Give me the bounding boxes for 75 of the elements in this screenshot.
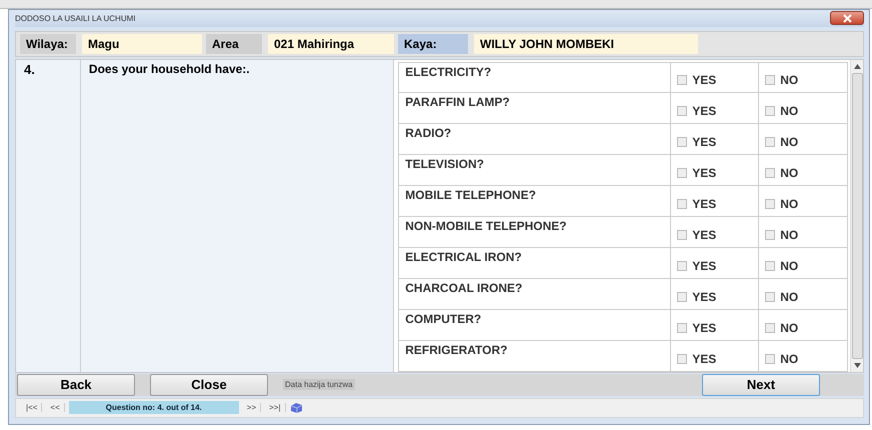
previous-button[interactable]: << [46,403,65,412]
option-label[interactable]: YES [671,340,760,370]
checkbox[interactable] [765,136,776,146]
checkbox[interactable] [677,230,688,240]
option-label[interactable]: YES [671,92,760,122]
item-label: PARAFFIN LAMP? [399,92,672,122]
position-label: Question no: 4. out of 14. [68,401,239,414]
checkbox[interactable] [677,322,688,332]
cube-icon[interactable] [290,402,303,414]
close-button[interactable]: Close [150,374,268,396]
checkbox[interactable] [677,198,688,208]
checkbox[interactable] [765,322,776,332]
checkbox[interactable] [765,75,776,85]
checkbox[interactable] [765,260,776,270]
option-label[interactable]: NO [759,278,848,308]
checkbox[interactable] [765,230,776,240]
option-label[interactable]: NO [759,62,848,92]
field-label: Kaya: [398,34,468,54]
option-label[interactable]: NO [759,310,848,340]
last-button[interactable]: >>| [265,403,286,412]
option-label[interactable]: NO [759,216,848,246]
checkbox[interactable] [765,198,776,208]
question-number: 4. [16,60,81,372]
scrollbar[interactable] [850,60,863,372]
window-title: DODOSO LA USAILI LA UCHUMI [15,14,136,23]
first-button[interactable]: |<< [22,403,42,412]
checkbox[interactable] [677,106,688,116]
save-status: Data hazija tunzwa [283,379,355,390]
checkbox[interactable] [677,136,688,146]
item-label: ELECTRICITY? [399,62,672,92]
checkbox[interactable] [677,292,688,302]
option-label[interactable]: NO [759,124,848,154]
question-text: Does your household have:. [80,60,394,372]
option-label[interactable]: YES [671,154,760,184]
item-label: NON-MOBILE TELEPHONE? [399,216,672,246]
scroll-thumb[interactable] [852,72,863,358]
close-button[interactable] [830,11,864,26]
scroll-up-icon[interactable] [854,64,861,68]
field-label: Wilaya: [20,34,76,54]
field-value: Magu [82,34,202,54]
item-label: TELEVISION? [399,154,672,184]
option-label[interactable]: YES [671,310,760,340]
scroll-down-icon[interactable] [854,362,861,368]
field-value: WILLY JOHN MOMBEKI [474,34,698,54]
item-label: ELECTRICAL IRON? [399,248,672,278]
option-label[interactable]: NO [759,186,848,216]
option-label[interactable]: NO [759,248,848,278]
item-label: RADIO? [399,124,672,154]
checkbox[interactable] [677,354,688,364]
checkbox[interactable] [765,168,776,178]
next-button[interactable]: Next [702,374,820,396]
checkbox[interactable] [765,354,776,364]
option-label[interactable]: YES [671,62,760,92]
back-button[interactable]: Back [17,374,135,396]
field-value: 021 Mahiringa [268,34,394,54]
checkbox[interactable] [677,168,688,178]
option-label[interactable]: NO [759,154,848,184]
next-record-button[interactable]: >> [242,403,262,412]
option-label[interactable]: YES [671,186,760,216]
field-label: Area [206,34,262,54]
checkbox[interactable] [677,75,688,85]
checkbox[interactable] [677,260,688,270]
option-label[interactable]: YES [671,216,760,246]
item-label: REFRIGERATOR? [399,340,672,370]
item-label: COMPUTER? [399,310,672,340]
option-label[interactable]: YES [671,248,760,278]
item-label: MOBILE TELEPHONE? [399,186,672,216]
option-label[interactable]: YES [671,124,760,154]
item-label: CHARCOAL IRONE? [399,278,672,308]
checkbox[interactable] [765,292,776,302]
checkbox[interactable] [765,106,776,116]
option-label[interactable]: NO [759,92,848,122]
close-icon [842,14,852,23]
option-label[interactable]: NO [759,340,848,370]
option-label[interactable]: YES [671,278,760,308]
